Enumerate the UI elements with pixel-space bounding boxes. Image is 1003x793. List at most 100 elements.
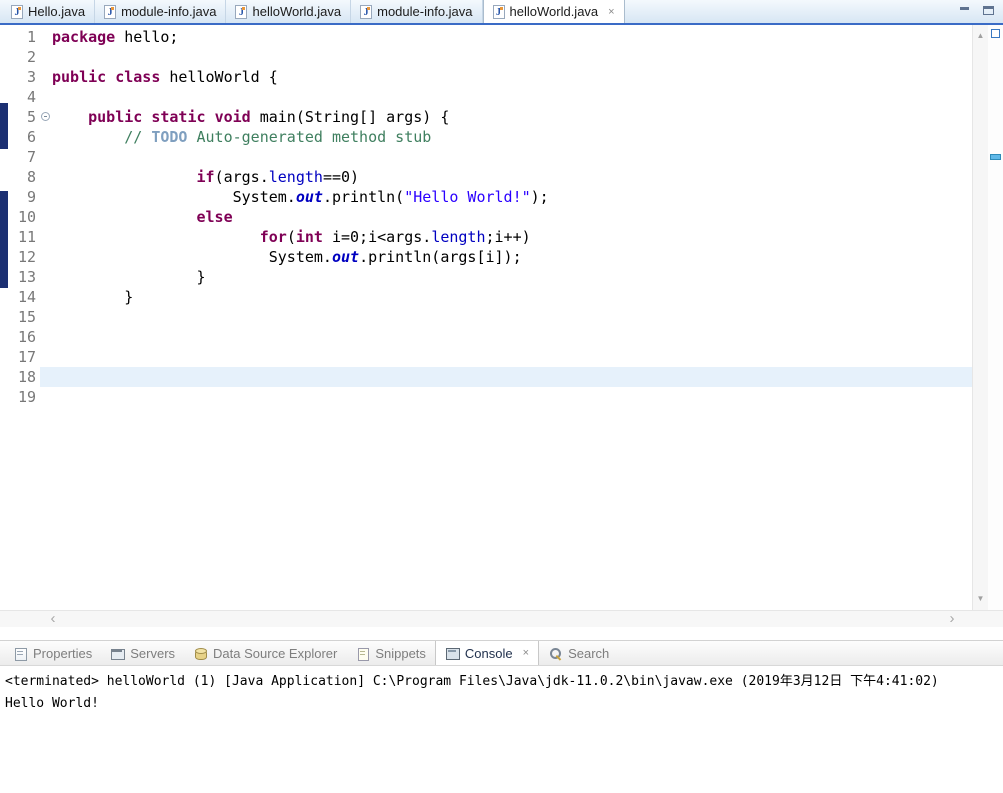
fold-column [40, 267, 52, 287]
todo-marker[interactable] [990, 154, 1001, 160]
scroll-up-icon[interactable]: ▲ [973, 29, 988, 43]
code-line[interactable]: 7 [0, 147, 972, 167]
overview-ruler[interactable] [988, 25, 1003, 610]
fold-column [40, 227, 52, 247]
minimize-icon[interactable] [959, 5, 972, 17]
fold-column [40, 107, 52, 127]
editor-trim [959, 5, 995, 17]
fold-column [40, 87, 52, 107]
editor-tab[interactable]: JhelloWorld.java × [482, 0, 625, 23]
code-line[interactable]: 6 // TODO Auto-generated method stub [0, 127, 972, 147]
code-line[interactable]: 13 } [0, 267, 972, 287]
code-text: package hello; [52, 28, 179, 46]
code-line[interactable]: 11 for(int i=0;i<args.length;i++) [0, 227, 972, 247]
code-line[interactable]: 19 [0, 387, 972, 407]
bottom-tab-label: Snippets [375, 645, 426, 661]
line-number: 1 [26, 28, 36, 46]
line-number: 7 [26, 148, 36, 166]
code-line[interactable]: 1 package hello; [0, 27, 972, 47]
line-number: 5 [26, 108, 36, 126]
code-line[interactable]: 17 [0, 347, 972, 367]
bottom-tab-servers[interactable]: Servers [101, 641, 184, 665]
code-line[interactable]: 14 } [0, 287, 972, 307]
editor-tab[interactable]: J Hello.java [2, 0, 96, 23]
horizontal-scrollbar[interactable]: ‹ › [0, 610, 1003, 627]
line-number: 15 [17, 308, 36, 326]
fold-column [40, 207, 52, 227]
fold-column [40, 307, 52, 327]
code-line[interactable]: 2 [0, 47, 972, 67]
bottom-tab-data-source-explorer[interactable]: Data Source Explorer [184, 641, 346, 665]
editor-tab-label: helloWorld.java [252, 4, 342, 19]
code-line[interactable]: 12 System.out.println(args[i]); [0, 247, 972, 267]
line-number: 14 [17, 288, 36, 306]
fold-column [40, 147, 52, 167]
bottom-tab-bar: Properties Servers Data Source Explorer Sni… [0, 640, 1003, 666]
fold-collapse-icon[interactable] [41, 112, 50, 121]
line-number: 12 [17, 248, 36, 266]
code-line[interactable]: 3 public class helloWorld { [0, 67, 972, 87]
editor-tab-label: module-info.java [121, 4, 217, 19]
code-text: public static void main(String[] args) { [88, 108, 450, 126]
console-view[interactable]: <terminated> helloWorld (1) [Java Applic… [0, 667, 1003, 793]
fold-column [40, 47, 52, 67]
bottom-tab-label: Data Source Explorer [213, 645, 338, 661]
bottom-tab-properties[interactable]: Properties [4, 641, 101, 665]
fold-column [40, 327, 52, 347]
editor-tab-label: module-info.java [377, 4, 473, 19]
code-line[interactable]: 10 else [0, 207, 972, 227]
scroll-right-icon[interactable]: › [945, 611, 959, 627]
java-file-icon: J [360, 4, 373, 19]
code-editor[interactable]: 1 package hello; 2 3 public class helloWorld… [0, 25, 1003, 610]
console-output: Hello World! [5, 696, 99, 711]
line-number: 9 [26, 188, 36, 206]
vertical-scrollbar[interactable]: ▲ ▼ [972, 25, 988, 610]
fold-column [40, 27, 52, 47]
code-text [52, 367, 972, 387]
eclipse-window: J Hello.java Jmodule-info.java JhelloWorld.… [0, 0, 1003, 793]
code-line[interactable]: 4 [0, 87, 972, 107]
editor-tab[interactable]: Jmodule-info.java [95, 0, 227, 23]
code-line[interactable]: 18 [0, 367, 972, 387]
editor-tab-bar: J Hello.java Jmodule-info.java JhelloWorld.… [0, 0, 1003, 25]
maximize-icon[interactable] [982, 5, 995, 17]
line-number: 10 [17, 208, 36, 226]
code-text: System.out.println(args[i]); [52, 248, 522, 266]
code-line[interactable]: 8 if(args.length==0) [0, 167, 972, 187]
code-line[interactable]: 5 public static void main(String[] args)… [0, 107, 972, 127]
line-number: 13 [17, 268, 36, 286]
line-number: 11 [17, 228, 36, 246]
bottom-tab-label: Console [464, 645, 513, 661]
code-line[interactable]: 9 System.out.println("Hello World!"); [0, 187, 972, 207]
java-file-icon: J [104, 4, 117, 19]
code-line[interactable]: 16 [0, 327, 972, 347]
console-header: <terminated> helloWorld (1) [Java Applic… [5, 674, 939, 689]
fold-column [40, 67, 52, 87]
properties-icon [13, 646, 28, 661]
scroll-left-icon[interactable]: ‹ [46, 611, 60, 627]
line-number: 4 [26, 88, 36, 106]
close-icon[interactable]: × [608, 6, 614, 18]
editor-tab[interactable]: Jmodule-info.java [351, 0, 483, 23]
bottom-tab-search[interactable]: Search [539, 641, 618, 665]
fold-column [40, 247, 52, 267]
close-icon[interactable]: × [523, 647, 529, 659]
bottom-tab-console[interactable]: Console × [434, 641, 540, 665]
editor-tabs: J Hello.java Jmodule-info.java JhelloWorld.… [0, 0, 625, 23]
code-line[interactable]: 15 [0, 307, 972, 327]
editor-tab[interactable]: JhelloWorld.java [226, 0, 352, 23]
fold-column [40, 367, 52, 387]
scroll-down-icon[interactable]: ▼ [973, 592, 988, 606]
code-text: System.out.println("Hello World!"); [52, 188, 549, 206]
code-text: if(args.length==0) [196, 168, 360, 186]
code-text: // TODO Auto-generated method stub [124, 128, 432, 146]
code-text: } [52, 288, 134, 306]
code-text: else [196, 208, 233, 226]
bottom-tab-snippets[interactable]: Snippets [346, 641, 435, 665]
